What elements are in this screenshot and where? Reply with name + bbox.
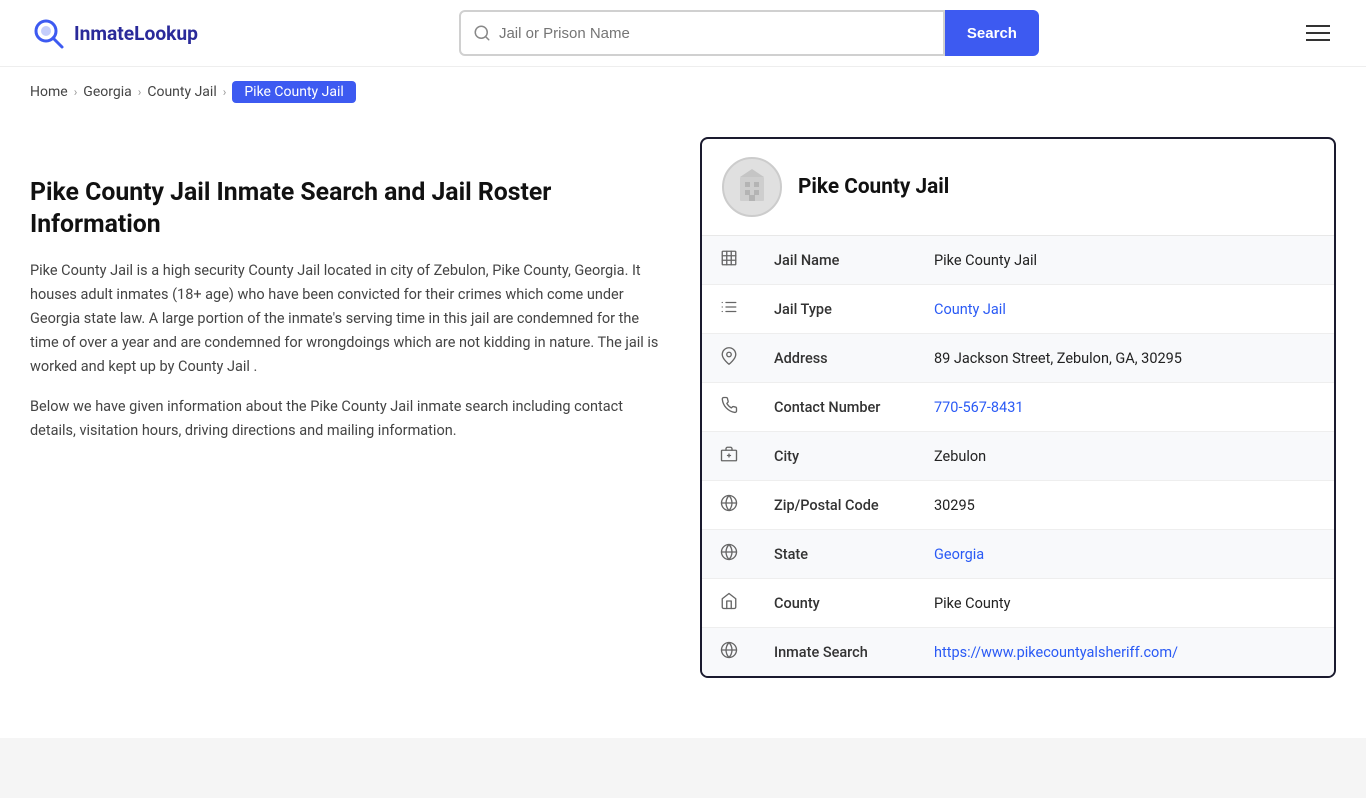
left-column: Pike County Jail Inmate Search and Jail … — [30, 137, 670, 678]
table-row: County Pike County — [702, 579, 1334, 628]
hamburger-menu[interactable] — [1300, 19, 1336, 47]
web-icon-cell — [702, 628, 756, 677]
search-bar: Search — [459, 10, 1039, 56]
info-card: Pike County Jail Jail Name Pike County J… — [700, 137, 1336, 678]
breadcrumb-state[interactable]: Georgia — [83, 84, 131, 100]
row-label: Inmate Search — [756, 628, 916, 677]
table-row: City Zebulon — [702, 432, 1334, 481]
main-content: Pike County Jail Inmate Search and Jail … — [0, 117, 1366, 718]
breadcrumb-sep-3: › — [223, 85, 227, 99]
row-value: Zebulon — [934, 448, 986, 465]
table-row: Zip/Postal Code 30295 — [702, 481, 1334, 530]
table-row: Jail Type County Jail — [702, 285, 1334, 334]
logo-text: InmateLookup — [74, 22, 198, 45]
row-link[interactable]: 770-567-8431 — [934, 399, 1024, 416]
logo-icon — [30, 15, 66, 51]
card-title: Pike County Jail — [798, 175, 949, 199]
page-description-2: Below we have given information about th… — [30, 395, 670, 443]
row-value: Pike County Jail — [934, 252, 1037, 269]
row-value-cell: Pike County Jail — [916, 236, 1334, 285]
row-label: Jail Type — [756, 285, 916, 334]
type-icon-cell — [702, 285, 756, 334]
building-icon — [732, 167, 772, 207]
search-button[interactable]: Search — [945, 10, 1039, 56]
row-label: Jail Name — [756, 236, 916, 285]
search-icon — [473, 24, 491, 42]
zip-icon-cell — [702, 481, 756, 530]
row-label: City — [756, 432, 916, 481]
search-input-wrap — [459, 10, 945, 56]
breadcrumb-sep-1: › — [74, 85, 78, 99]
row-label: Contact Number — [756, 383, 916, 432]
card-header: Pike County Jail — [702, 139, 1334, 236]
row-value: 89 Jackson Street, Zebulon, GA, 30295 — [934, 350, 1182, 367]
state-icon-cell — [702, 530, 756, 579]
row-value: Pike County — [934, 595, 1010, 612]
breadcrumb: Home › Georgia › County Jail › Pike Coun… — [0, 67, 1366, 117]
breadcrumb-current: Pike County Jail — [232, 81, 355, 103]
row-value-cell: County Jail — [916, 285, 1334, 334]
logo-link[interactable]: InmateLookup — [30, 15, 198, 51]
row-value-cell: Zebulon — [916, 432, 1334, 481]
row-label: State — [756, 530, 916, 579]
address-icon-cell — [702, 334, 756, 383]
row-link[interactable]: https://www.pikecountyalsheriff.com/ — [934, 644, 1178, 661]
breadcrumb-type[interactable]: County Jail — [147, 84, 216, 100]
row-value-cell: 770-567-8431 — [916, 383, 1334, 432]
row-value-cell: 89 Jackson Street, Zebulon, GA, 30295 — [916, 334, 1334, 383]
county-icon-cell — [702, 579, 756, 628]
row-value-cell: https://www.pikecountyalsheriff.com/ — [916, 628, 1334, 677]
breadcrumb-home[interactable]: Home — [30, 84, 68, 100]
page-description-1: Pike County Jail is a high security Coun… — [30, 259, 670, 379]
row-label: Zip/Postal Code — [756, 481, 916, 530]
info-table: Jail Name Pike County Jail Jail Type Cou… — [702, 236, 1334, 676]
hamburger-line-2 — [1306, 32, 1330, 34]
city-icon-cell — [702, 432, 756, 481]
site-header: InmateLookup Search — [0, 0, 1366, 67]
row-link[interactable]: County Jail — [934, 301, 1006, 318]
row-link[interactable]: Georgia — [934, 546, 984, 563]
row-value: 30295 — [934, 497, 975, 514]
facility-logo — [722, 157, 782, 217]
breadcrumb-sep-2: › — [138, 85, 142, 99]
right-column: Pike County Jail Jail Name Pike County J… — [700, 137, 1336, 678]
row-value-cell: Georgia — [916, 530, 1334, 579]
footer-bar — [0, 738, 1366, 798]
row-label: County — [756, 579, 916, 628]
search-input[interactable] — [499, 25, 931, 42]
table-row: Inmate Search https://www.pikecountyalsh… — [702, 628, 1334, 677]
row-value-cell: Pike County — [916, 579, 1334, 628]
hamburger-line-1 — [1306, 25, 1330, 27]
row-value-cell: 30295 — [916, 481, 1334, 530]
jail-icon-cell — [702, 236, 756, 285]
page-title: Pike County Jail Inmate Search and Jail … — [30, 177, 670, 241]
hamburger-line-3 — [1306, 39, 1330, 41]
table-row: Contact Number 770-567-8431 — [702, 383, 1334, 432]
table-row: Jail Name Pike County Jail — [702, 236, 1334, 285]
table-row: Address 89 Jackson Street, Zebulon, GA, … — [702, 334, 1334, 383]
row-label: Address — [756, 334, 916, 383]
phone-icon-cell — [702, 383, 756, 432]
table-row: State Georgia — [702, 530, 1334, 579]
